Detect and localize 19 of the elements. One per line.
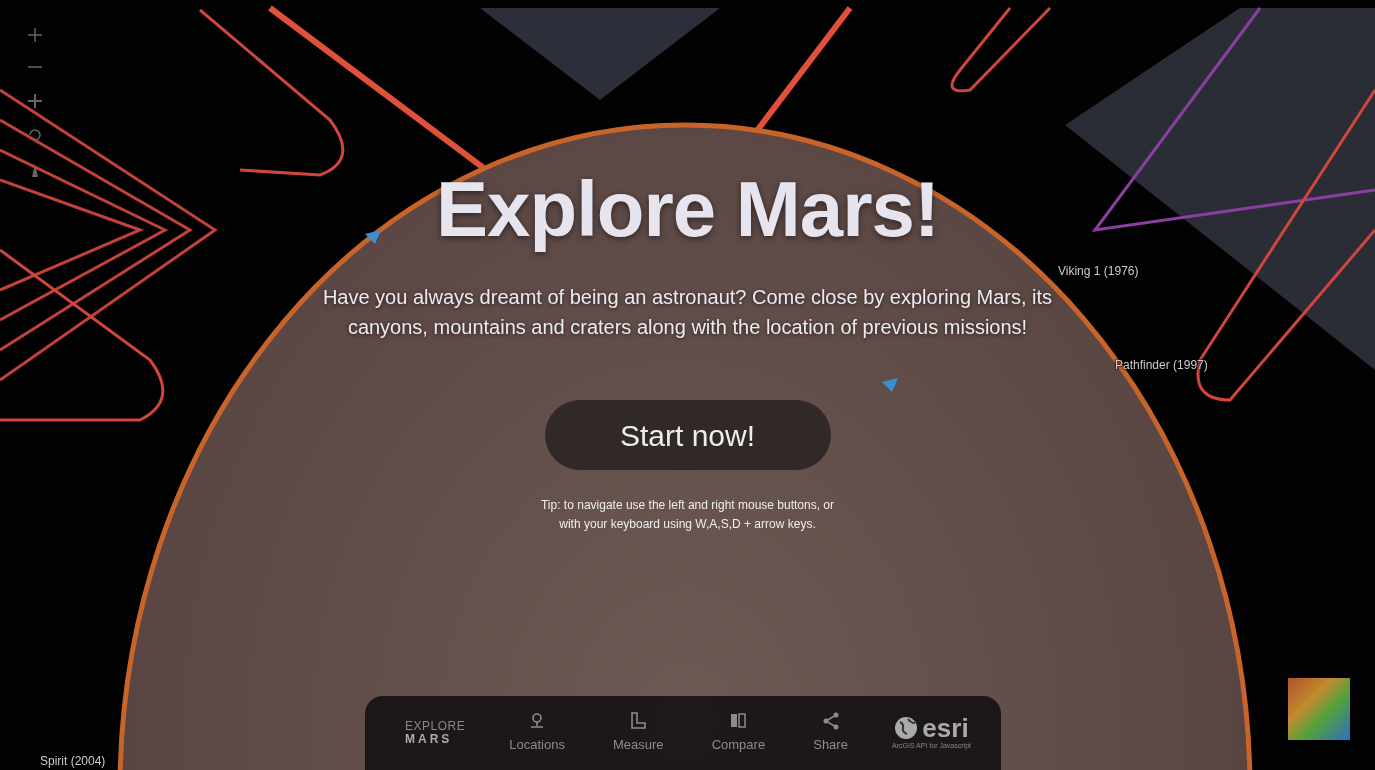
start-button[interactable]: Start now!: [544, 400, 831, 470]
ruler-icon: [628, 711, 649, 732]
brand-logo-text: esri: [922, 714, 969, 741]
map-pin-icon[interactable]: [365, 230, 381, 244]
logo-text: MARS: [405, 733, 454, 747]
map-label[interactable]: Viking 1 (1976): [1058, 262, 1139, 280]
rotate-icon[interactable]: [26, 126, 44, 144]
toolbar-button[interactable]: Locations: [505, 709, 569, 757]
tip-text: Tip: to navigate use the left and right mouse buttons, or with your keyboard using W,A,S,D + arrow keys.: [539, 497, 836, 534]
globe-icon: [894, 715, 919, 740]
toolbar-button[interactable]: Share: [809, 709, 852, 757]
map-label[interactable]: Spirit (2004): [40, 752, 106, 770]
pan-icon[interactable]: [26, 92, 44, 110]
logo-text: EXPLORE: [405, 719, 466, 733]
toolbar-button[interactable]: Measure: [609, 709, 668, 757]
toolbar-button[interactable]: Compare: [707, 709, 770, 757]
basemap-thumbnail[interactable]: [1288, 678, 1350, 740]
intro-text: Have you always dreamt of being an astronaut? Come close by exploring Mars, its canyons, mountains and craters along with the location of previous missions!: [321, 285, 1054, 340]
zoom-in-icon[interactable]: [26, 26, 44, 44]
